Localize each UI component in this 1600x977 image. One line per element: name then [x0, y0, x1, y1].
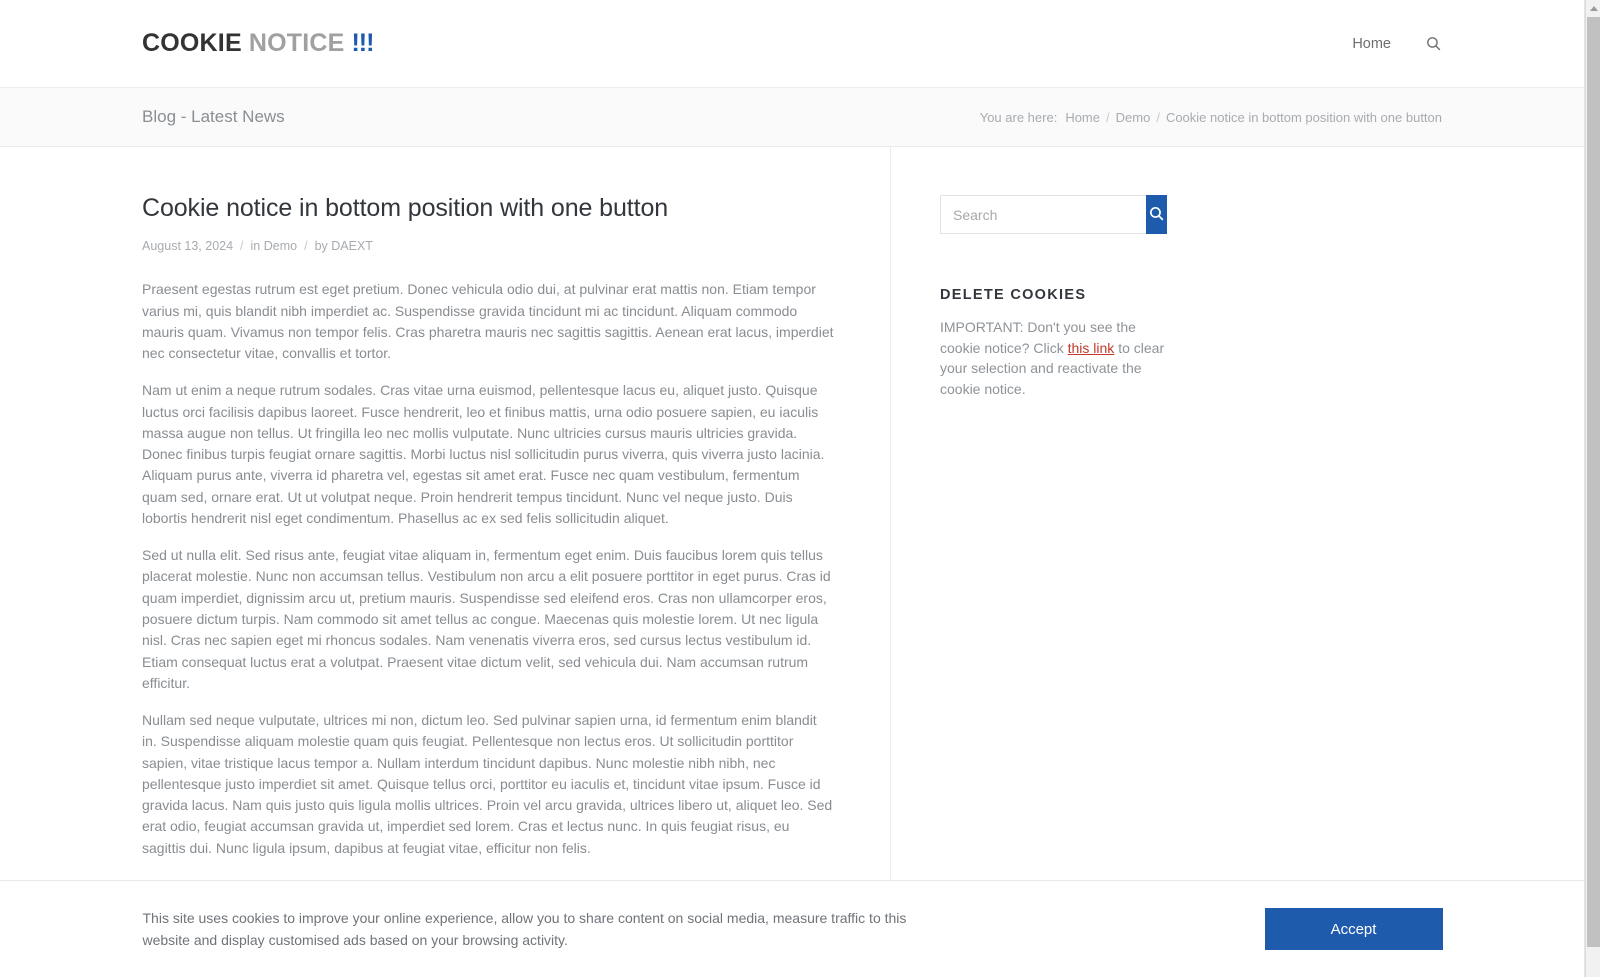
sidebar: DELETE COOKIES IMPORTANT: Don't you see … — [890, 147, 1452, 976]
page-title: Blog - Latest News — [142, 107, 285, 126]
search-input[interactable] — [940, 195, 1146, 234]
post-title: Cookie notice in bottom position with on… — [142, 194, 669, 222]
breadcrumb-separator: / — [1106, 109, 1110, 125]
cookie-banner-text: This site uses cookies to improve your o… — [142, 909, 907, 948]
breadcrumb-prefix: You are here: — [979, 109, 1058, 125]
meta-separator: / — [304, 239, 308, 254]
breadcrumb-item-demo[interactable]: Demo — [1116, 110, 1151, 125]
cookie-notice-banner: This site uses cookies to improve your o… — [0, 880, 1584, 977]
logo-part-exclamation: !!! — [351, 29, 374, 57]
page-title-inner: Blog - Latest News You are here: Home / … — [132, 107, 1452, 127]
search-icon — [1148, 205, 1165, 225]
post-body: Praesent egestas rutrum est eget pretium… — [142, 279, 834, 960]
sidebar-search-form — [940, 195, 1167, 234]
post-paragraph: Nam ut enim a neque rutrum sodales. Cras… — [142, 382, 825, 526]
vertical-scrollbar[interactable] — [1585, 0, 1600, 977]
search-submit-button[interactable] — [1146, 195, 1167, 234]
site-logo[interactable]: COOKIE NOTICE !!! — [142, 29, 374, 58]
header-inner: COOKIE NOTICE !!! Home — [132, 29, 1452, 58]
post-date: August 13, 2024 — [142, 239, 234, 254]
scrollbar-thumb[interactable] — [1587, 17, 1600, 947]
page-title-bar: Blog - Latest News You are here: Home / … — [0, 88, 1584, 147]
post-paragraph: Nullam sed neque vulputate, ultrices mi … — [142, 712, 833, 856]
logo-part-notice: NOTICE — [248, 29, 345, 57]
nav-item-home[interactable]: Home — [1352, 36, 1391, 52]
scrollbar-up-button[interactable] — [1586, 0, 1600, 16]
meta-separator: / — [240, 239, 244, 254]
breadcrumb: You are here: Home / Demo / Cookie notic… — [980, 110, 1442, 125]
cookie-banner-inner: This site uses cookies to improve your o… — [133, 907, 1453, 952]
post-category[interactable]: in Demo — [251, 239, 298, 253]
post-paragraph: Sed ut nulla elit. Sed risus ante, feugi… — [142, 547, 831, 691]
content-wrapper: Cookie notice in bottom position with on… — [132, 147, 1452, 976]
browser-viewport: COOKIE NOTICE !!! Home Blog - Latest New… — [0, 0, 1600, 977]
post-meta: August 13, 2024 / in Demo / by DAEXT — [142, 239, 834, 253]
widget-delete-cookies: DELETE COOKIES IMPORTANT: Don't you see … — [940, 287, 1442, 400]
logo-part-cookie: COOKIE — [142, 29, 242, 57]
delete-cookies-link[interactable]: this link — [1068, 340, 1115, 356]
page-content: COOKIE NOTICE !!! Home Blog - Latest New… — [0, 0, 1585, 977]
search-icon[interactable] — [1425, 35, 1442, 52]
widget-title: DELETE COOKIES — [940, 287, 1087, 303]
post-author[interactable]: by DAEXT — [315, 239, 373, 253]
site-header: COOKIE NOTICE !!! Home — [0, 0, 1584, 88]
main-column: Cookie notice in bottom position with on… — [132, 147, 890, 976]
main-navigation: Home — [1352, 35, 1442, 52]
post-paragraph: Praesent egestas rutrum est eget pretium… — [142, 281, 834, 362]
chevron-up-icon — [1589, 5, 1598, 11]
breadcrumb-item-current: Cookie notice in bottom position with on… — [1165, 109, 1442, 125]
breadcrumb-item-home[interactable]: Home — [1065, 110, 1100, 125]
accept-cookies-button[interactable]: Accept — [1264, 908, 1443, 950]
breadcrumb-separator: / — [1156, 109, 1160, 125]
widget-text: IMPORTANT: Don't you see the cookie noti… — [940, 317, 1172, 400]
